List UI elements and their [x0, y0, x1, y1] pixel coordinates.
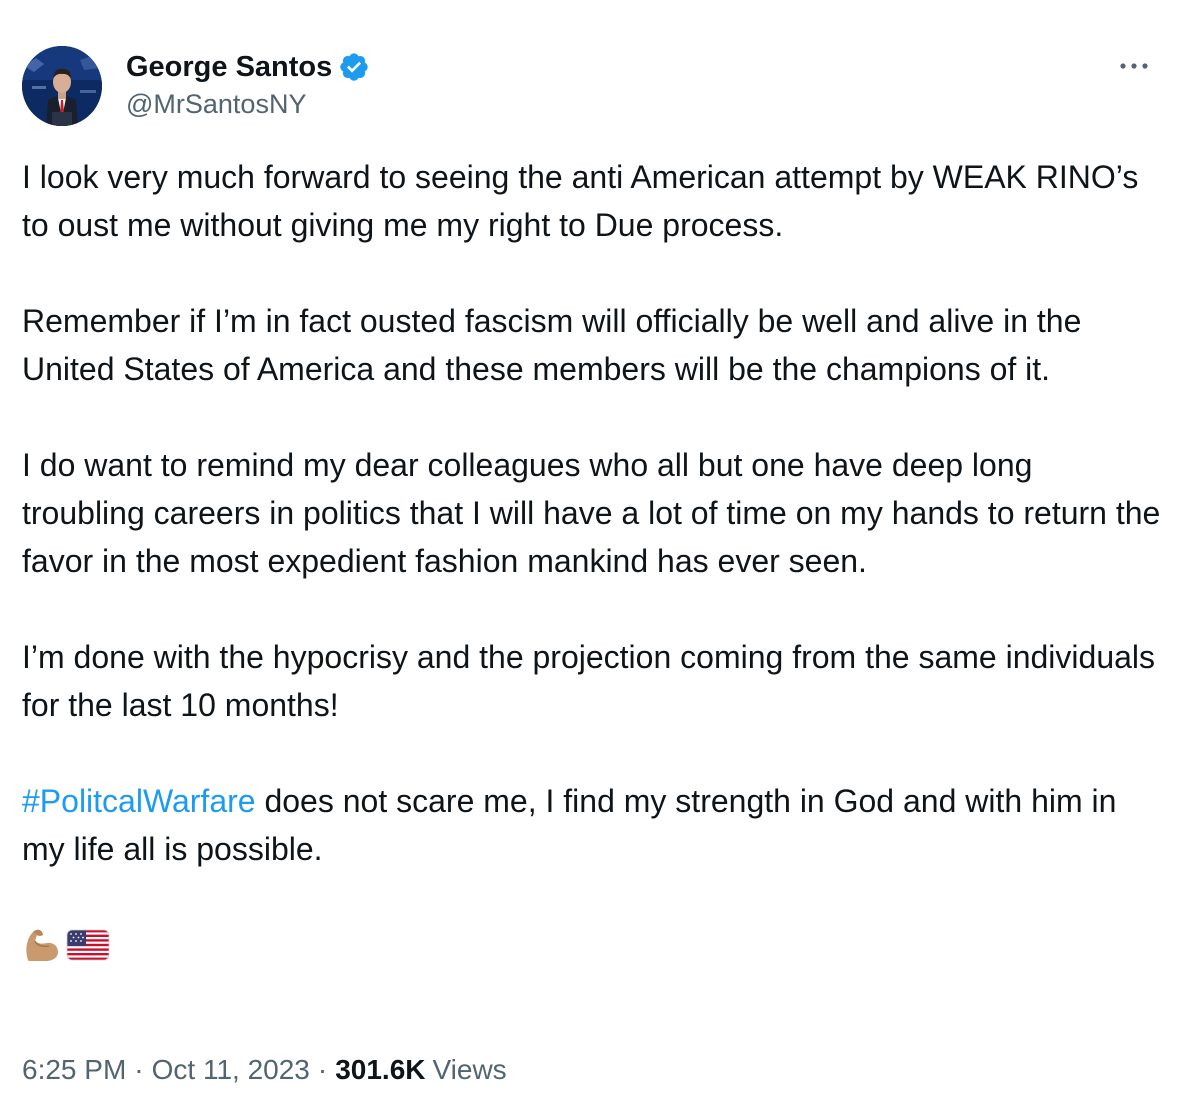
separator-dot: ·: [134, 1054, 144, 1085]
tweet-text: I look very much forward to seeing the a…: [22, 153, 1162, 969]
hashtag-link[interactable]: #PolitcalWarfare: [22, 783, 256, 819]
tweet-paragraph: Remember if I’m in fact ousted fascism w…: [22, 303, 1082, 387]
emoji-row: [22, 921, 1162, 969]
tweet-meta: 6:25 PM · Oct 11, 2023 · 301.6K Views: [22, 1050, 507, 1090]
tweet-paragraph: #PolitcalWarfare does not scare me, I fi…: [22, 777, 1162, 873]
verified-badge-icon[interactable]: [338, 51, 370, 83]
more-horizontal-icon[interactable]: [1114, 52, 1154, 80]
author-name-row: George Santos: [126, 48, 370, 86]
author-handle[interactable]: @MrSantosNY: [126, 89, 306, 120]
author-display-name[interactable]: George Santos: [126, 51, 332, 84]
tweet-paragraph: I do want to remind my dear colleagues w…: [22, 447, 1161, 579]
avatar[interactable]: [22, 46, 102, 126]
views-label: Views: [432, 1054, 507, 1085]
tweet-time[interactable]: 6:25 PM: [22, 1054, 126, 1086]
tweet-paragraph: I look very much forward to seeing the a…: [22, 159, 1139, 243]
separator-dot: ·: [317, 1054, 328, 1085]
flexed-biceps-icon: [22, 927, 62, 963]
tweet-date[interactable]: Oct 11, 2023: [152, 1054, 310, 1086]
views-count: 301.6K: [335, 1054, 426, 1085]
tweet-card: George Santos @MrSantosNY I look very mu…: [0, 0, 1180, 1116]
us-flag-icon: [66, 929, 110, 961]
tweet-paragraph: I’m done with the hypocrisy and the proj…: [22, 639, 1156, 723]
